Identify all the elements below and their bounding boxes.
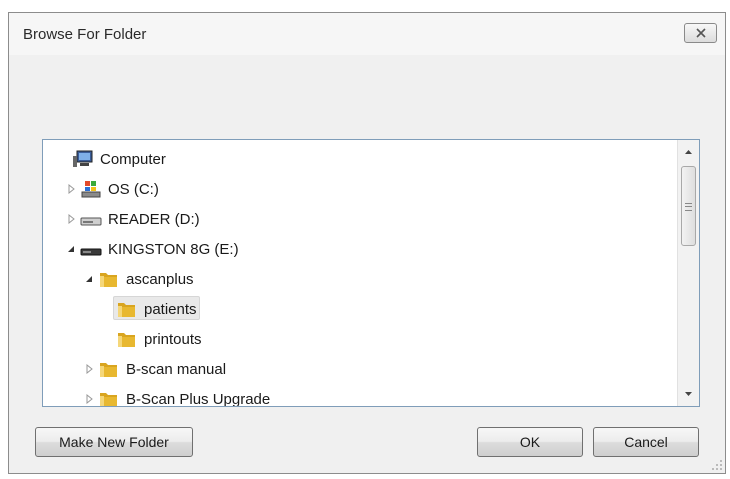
- folder-tree-items: Computer OS (C:) READER (D:) KINGSTON 8G (E…: [43, 140, 677, 406]
- no-expander: [58, 154, 68, 164]
- resize-grip-icon[interactable]: [711, 459, 723, 471]
- folder-tree[interactable]: Computer OS (C:) READER (D:) KINGSTON 8G (E…: [42, 139, 700, 407]
- tree-expander[interactable]: [65, 183, 77, 195]
- tree-expander: [101, 303, 113, 315]
- tree-expander[interactable]: [83, 273, 95, 285]
- computer-icon: [73, 150, 93, 167]
- tree-item[interactable]: READER (D:): [65, 204, 200, 234]
- ok-button[interactable]: OK: [477, 427, 583, 457]
- tree-item-icon: [80, 208, 102, 230]
- folder-icon: [118, 303, 135, 317]
- tree-expander[interactable]: [83, 393, 95, 405]
- tree-item-icon: [116, 328, 138, 350]
- folder-icon: [100, 273, 117, 287]
- tree-expander: [57, 153, 69, 165]
- tree-item[interactable]: KINGSTON 8G (E:): [65, 234, 239, 264]
- tree-item[interactable]: patients: [101, 294, 200, 324]
- tree-expander[interactable]: [65, 213, 77, 225]
- tree-item-label: ascanplus: [126, 270, 194, 288]
- close-icon: [696, 28, 706, 38]
- tree-item[interactable]: B-scan manual: [83, 354, 226, 384]
- scroll-down-button[interactable]: [678, 384, 699, 404]
- tree-item-icon: [80, 178, 102, 200]
- no-expander: [102, 304, 112, 314]
- system-drive-icon: [81, 181, 101, 198]
- tree-item-label: patients: [144, 300, 197, 318]
- window-title: Browse For Folder: [23, 26, 147, 43]
- browse-for-folder-dialog: Browse For Folder Computer OS (C:) READER …: [8, 12, 726, 474]
- tree-expander: [101, 333, 113, 345]
- tree-item-label: OS (C:): [108, 180, 159, 198]
- tree-item-label: KINGSTON 8G (E:): [108, 240, 239, 258]
- tree-item[interactable]: ascanplus: [83, 264, 194, 294]
- tree-item-icon: [98, 358, 120, 380]
- grip-icon: [685, 203, 692, 211]
- folder-icon: [100, 393, 117, 406]
- tree-item-icon: [116, 298, 138, 320]
- tree-item[interactable]: printouts: [101, 324, 202, 354]
- title-bar[interactable]: Browse For Folder: [9, 13, 725, 55]
- arrow-up-icon: [685, 150, 692, 154]
- tree-item-icon: [98, 268, 120, 290]
- drive-icon: [80, 217, 102, 226]
- make-new-folder-button[interactable]: Make New Folder: [35, 427, 193, 457]
- no-expander: [102, 334, 112, 344]
- tree-item-icon: [80, 238, 102, 260]
- expand-arrow-icon[interactable]: [66, 184, 76, 194]
- tree-item-icon: [98, 388, 120, 406]
- collapse-arrow-icon[interactable]: [84, 274, 94, 284]
- tree-item-label: printouts: [144, 330, 202, 348]
- expand-arrow-icon[interactable]: [84, 394, 94, 404]
- tree-item[interactable]: B-Scan Plus Upgrade: [83, 384, 270, 406]
- close-button[interactable]: [684, 23, 717, 43]
- expand-arrow-icon[interactable]: [66, 214, 76, 224]
- collapse-arrow-icon[interactable]: [66, 244, 76, 254]
- tree-item-label: B-scan manual: [126, 360, 227, 378]
- tree-item[interactable]: OS (C:): [65, 174, 159, 204]
- folder-icon: [100, 363, 117, 377]
- vertical-scrollbar[interactable]: [677, 140, 699, 406]
- tree-expander[interactable]: [83, 363, 95, 375]
- expand-arrow-icon[interactable]: [84, 364, 94, 374]
- tree-item-label: B-Scan Plus Upgrade: [126, 390, 271, 407]
- tree-item-label: READER (D:): [108, 210, 200, 228]
- arrow-down-icon: [685, 392, 692, 396]
- tree-item-label: Computer: [100, 150, 166, 168]
- tree-expander[interactable]: [65, 243, 77, 255]
- instruction-area: [9, 55, 725, 139]
- usb-drive-icon: [80, 248, 102, 256]
- scroll-up-button[interactable]: [678, 142, 699, 162]
- tree-item-icon: [72, 148, 94, 170]
- folder-icon: [118, 333, 135, 347]
- tree-item[interactable]: Computer: [57, 144, 166, 174]
- scroll-thumb[interactable]: [681, 166, 696, 246]
- cancel-button[interactable]: Cancel: [593, 427, 699, 457]
